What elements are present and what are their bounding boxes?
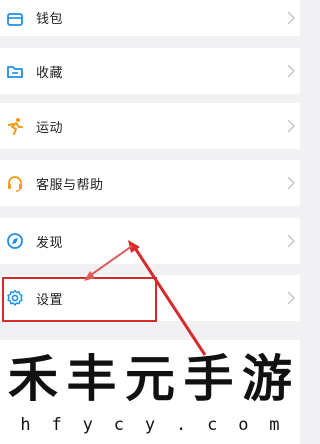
chevron-right-icon — [286, 10, 296, 26]
chevron-right-icon — [286, 175, 296, 191]
headset-icon — [6, 174, 24, 192]
watermark-url-char: f — [51, 415, 62, 435]
chevron-right-icon — [286, 118, 296, 134]
watermark-url-char: . — [175, 415, 187, 435]
chevron-right-icon — [286, 290, 296, 306]
watermark-char: 元 — [125, 350, 175, 408]
menu-item-sports[interactable]: 运动 — [0, 103, 300, 149]
watermark-char: 手 — [183, 350, 234, 408]
menu-item-customer-service[interactable]: 客服与帮助 — [0, 160, 300, 206]
menu-item-favorites[interactable]: 收藏 — [0, 48, 300, 94]
watermark-url: h f y c y . c o m — [0, 414, 300, 436]
running-icon — [6, 117, 24, 135]
chevron-right-icon — [286, 233, 296, 249]
wallet-icon — [6, 10, 24, 28]
watermark-title: 禾 丰 元 手 游 — [4, 347, 296, 411]
menu-item-label: 发现 — [36, 235, 64, 251]
settings-highlight-box — [2, 277, 157, 322]
watermark-url-char: c — [207, 415, 218, 435]
folder-icon — [6, 62, 24, 80]
watermark-char: 游 — [242, 350, 292, 408]
menu-item-label: 收藏 — [36, 65, 64, 81]
watermark-char: 丰 — [66, 350, 117, 408]
watermark-url-char: o — [238, 415, 249, 435]
watermark-url-char: c — [113, 415, 124, 435]
watermark-url-char: y — [82, 415, 93, 435]
chevron-right-icon — [286, 63, 296, 79]
watermark-char: 禾 — [8, 350, 58, 408]
watermark-url-char: m — [269, 415, 280, 435]
menu-item-discover[interactable]: 发现 — [0, 218, 300, 264]
compass-icon — [6, 232, 24, 250]
menu-item-label: 运动 — [36, 120, 64, 136]
menu-item-label: 钱包 — [36, 12, 64, 27]
watermark-url-char: y — [144, 415, 156, 435]
watermark-url-char: h — [20, 415, 31, 435]
menu-item-label: 客服与帮助 — [36, 177, 104, 193]
menu-item-wallet[interactable]: 钱包 — [0, 0, 300, 36]
